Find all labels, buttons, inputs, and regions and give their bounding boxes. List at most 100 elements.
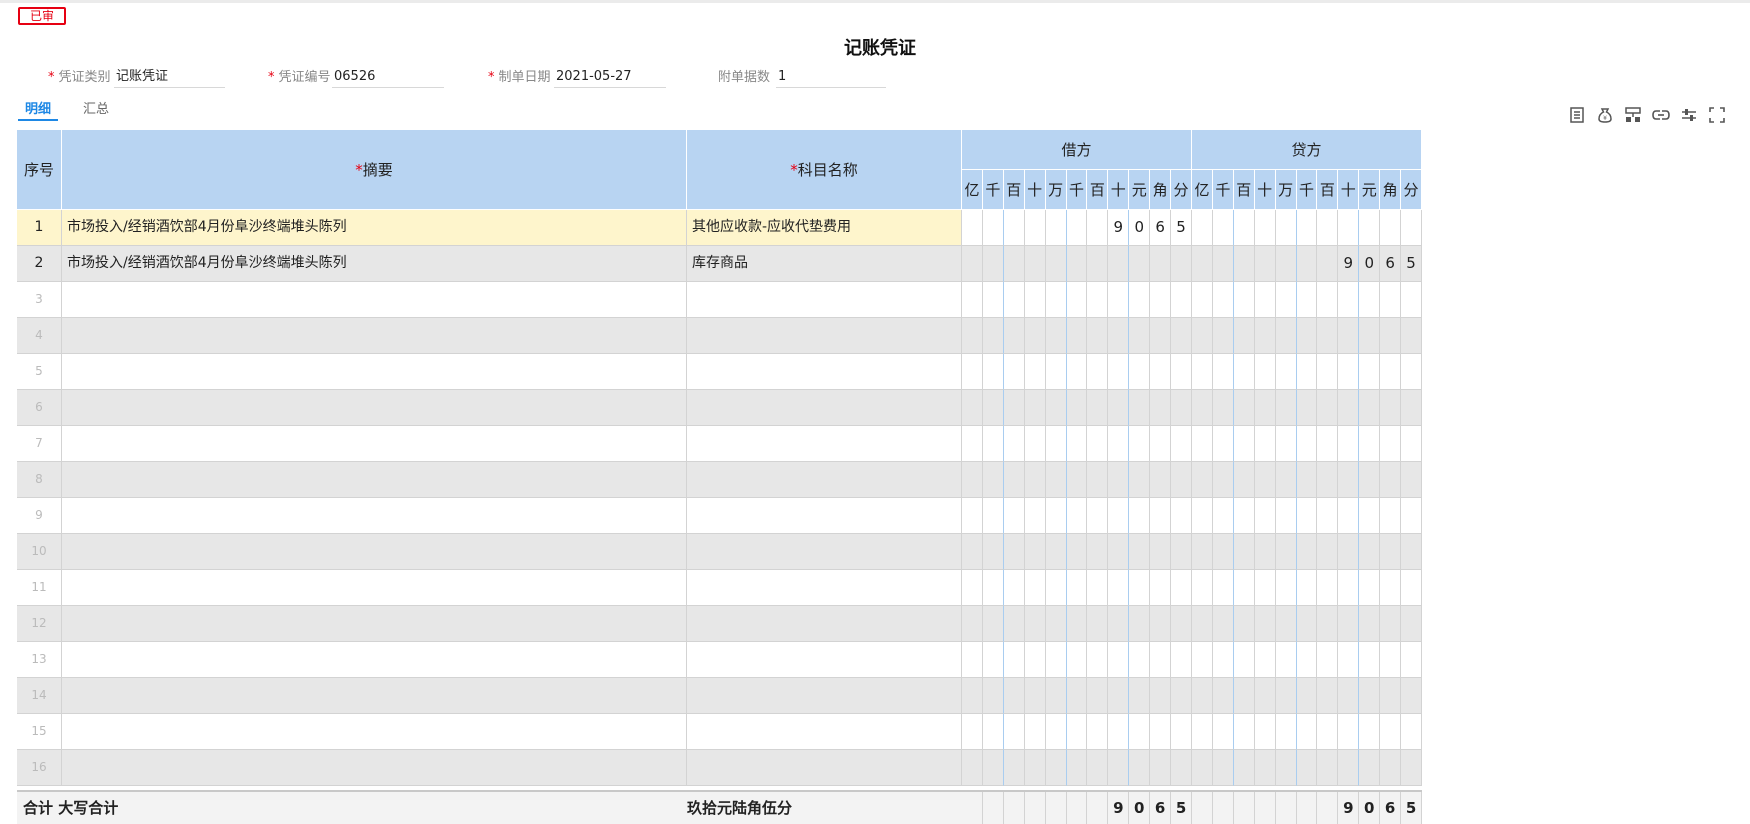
table-row[interactable]: 11 bbox=[17, 570, 1422, 606]
money-bag-icon[interactable]: ¥ bbox=[1596, 106, 1614, 124]
debit-digit[interactable] bbox=[962, 606, 983, 642]
account-cell[interactable] bbox=[687, 462, 962, 498]
credit-digit[interactable] bbox=[1359, 462, 1381, 498]
debit-digit[interactable] bbox=[1108, 642, 1130, 678]
credit-digit[interactable] bbox=[1275, 678, 1297, 714]
credit-digit[interactable] bbox=[1338, 426, 1360, 462]
debit-digit[interactable] bbox=[962, 390, 983, 426]
list-icon[interactable] bbox=[1568, 106, 1586, 124]
credit-digit[interactable] bbox=[1254, 606, 1276, 642]
credit-digit[interactable] bbox=[1275, 318, 1297, 354]
credit-digit[interactable] bbox=[1380, 390, 1402, 426]
credit-digit[interactable] bbox=[1296, 246, 1318, 282]
debit-digit[interactable] bbox=[1003, 390, 1025, 426]
fullscreen-icon[interactable] bbox=[1708, 106, 1726, 124]
account-cell[interactable] bbox=[687, 714, 962, 750]
debit-digit[interactable] bbox=[982, 498, 1004, 534]
summary-cell[interactable] bbox=[62, 282, 687, 318]
credit-digit[interactable] bbox=[1275, 714, 1297, 750]
credit-digit[interactable] bbox=[1275, 390, 1297, 426]
credit-digit[interactable] bbox=[1296, 210, 1318, 246]
debit-digit[interactable] bbox=[1024, 390, 1046, 426]
credit-digit[interactable] bbox=[1401, 606, 1422, 642]
debit-digit[interactable] bbox=[1045, 570, 1067, 606]
debit-digit[interactable] bbox=[1066, 390, 1088, 426]
credit-digit[interactable] bbox=[1233, 570, 1255, 606]
debit-digit[interactable] bbox=[1003, 210, 1025, 246]
credit-digit[interactable]: 9 bbox=[1338, 246, 1360, 282]
summary-cell[interactable] bbox=[62, 390, 687, 426]
credit-digit[interactable] bbox=[1212, 210, 1234, 246]
credit-digit[interactable] bbox=[1192, 750, 1213, 786]
credit-digit[interactable] bbox=[1192, 318, 1213, 354]
credit-digit[interactable] bbox=[1212, 318, 1234, 354]
table-row[interactable]: 7 bbox=[17, 426, 1422, 462]
debit-digit[interactable] bbox=[1087, 354, 1109, 390]
debit-digit[interactable] bbox=[1087, 498, 1109, 534]
debit-digit[interactable] bbox=[1087, 642, 1109, 678]
debit-digit[interactable] bbox=[962, 246, 983, 282]
debit-digit[interactable] bbox=[1066, 714, 1088, 750]
credit-digit[interactable] bbox=[1254, 282, 1276, 318]
debit-digit[interactable] bbox=[1066, 642, 1088, 678]
debit-digit[interactable] bbox=[962, 498, 983, 534]
credit-digit[interactable] bbox=[1401, 462, 1422, 498]
debit-digit[interactable] bbox=[1087, 750, 1109, 786]
credit-digit[interactable] bbox=[1192, 498, 1213, 534]
credit-digit[interactable] bbox=[1338, 750, 1360, 786]
debit-digit[interactable] bbox=[982, 642, 1004, 678]
debit-digit[interactable] bbox=[982, 282, 1004, 318]
debit-digit[interactable] bbox=[1087, 534, 1109, 570]
debit-digit[interactable] bbox=[1045, 606, 1067, 642]
debit-digit[interactable] bbox=[1150, 390, 1172, 426]
debit-digit[interactable] bbox=[1129, 606, 1151, 642]
credit-digit[interactable] bbox=[1359, 426, 1381, 462]
summary-cell[interactable] bbox=[62, 426, 687, 462]
summary-cell[interactable] bbox=[62, 606, 687, 642]
debit-digit[interactable] bbox=[1003, 426, 1025, 462]
credit-digit[interactable] bbox=[1192, 246, 1213, 282]
debit-digit[interactable] bbox=[1066, 750, 1088, 786]
debit-digit[interactable] bbox=[1024, 678, 1046, 714]
credit-digit[interactable] bbox=[1192, 282, 1213, 318]
debit-digit[interactable] bbox=[982, 534, 1004, 570]
credit-digit[interactable] bbox=[1275, 210, 1297, 246]
credit-digit[interactable] bbox=[1212, 390, 1234, 426]
debit-digit[interactable] bbox=[1108, 282, 1130, 318]
credit-digit[interactable] bbox=[1317, 750, 1339, 786]
debit-digit[interactable] bbox=[1066, 570, 1088, 606]
debit-digit[interactable] bbox=[1003, 462, 1025, 498]
credit-digit[interactable] bbox=[1359, 498, 1381, 534]
debit-digit[interactable] bbox=[1129, 714, 1151, 750]
debit-digit[interactable] bbox=[1024, 534, 1046, 570]
debit-digit[interactable] bbox=[1003, 606, 1025, 642]
credit-digit[interactable] bbox=[1192, 534, 1213, 570]
debit-digit[interactable] bbox=[1045, 750, 1067, 786]
debit-digit[interactable] bbox=[962, 318, 983, 354]
summary-cell[interactable] bbox=[62, 534, 687, 570]
credit-digit[interactable] bbox=[1233, 246, 1255, 282]
debit-digit[interactable] bbox=[962, 678, 983, 714]
credit-digit[interactable] bbox=[1296, 714, 1318, 750]
credit-digit[interactable] bbox=[1338, 390, 1360, 426]
debit-digit[interactable] bbox=[962, 210, 983, 246]
credit-digit[interactable] bbox=[1233, 282, 1255, 318]
credit-digit[interactable] bbox=[1380, 210, 1402, 246]
credit-digit[interactable] bbox=[1192, 642, 1213, 678]
credit-digit[interactable] bbox=[1401, 498, 1422, 534]
debit-digit[interactable] bbox=[1129, 462, 1151, 498]
debit-digit[interactable] bbox=[1087, 210, 1109, 246]
credit-digit[interactable] bbox=[1233, 462, 1255, 498]
credit-digit[interactable] bbox=[1192, 354, 1213, 390]
debit-digit[interactable] bbox=[1129, 282, 1151, 318]
debit-digit[interactable] bbox=[1171, 498, 1192, 534]
account-cell[interactable] bbox=[687, 678, 962, 714]
debit-digit[interactable] bbox=[1171, 534, 1192, 570]
debit-digit[interactable] bbox=[1171, 606, 1192, 642]
debit-digit[interactable]: 0 bbox=[1129, 210, 1151, 246]
debit-digit[interactable] bbox=[1045, 678, 1067, 714]
credit-digit[interactable] bbox=[1380, 750, 1402, 786]
credit-digit[interactable] bbox=[1359, 282, 1381, 318]
debit-digit[interactable] bbox=[1066, 318, 1088, 354]
credit-digit[interactable] bbox=[1380, 534, 1402, 570]
